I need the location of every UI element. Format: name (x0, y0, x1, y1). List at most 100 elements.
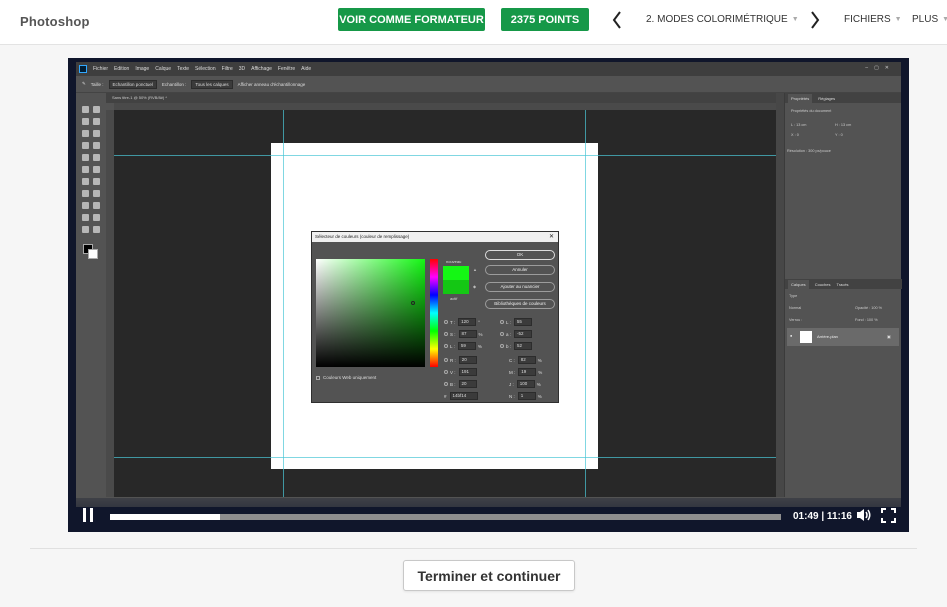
heal-tool-icon (93, 142, 100, 149)
ps-menu-item: 3D (238, 66, 246, 72)
volume-icon[interactable] (856, 508, 872, 522)
radio-icon (500, 332, 504, 336)
ps-menu-item: Sélection (195, 66, 216, 72)
marquee-tool-icon (93, 106, 100, 113)
caret-down-icon: ▼ (791, 16, 799, 23)
field-hex-value: 14bf14 (449, 392, 478, 400)
radio-icon (444, 332, 448, 336)
ps-menu-item: Image (135, 66, 150, 72)
unit-pct: % (478, 331, 483, 337)
ps-menu-item: Edition (114, 66, 130, 72)
pause-icon[interactable] (83, 508, 95, 522)
hand-tool-icon (93, 214, 100, 221)
unit-pct: % (477, 343, 482, 349)
history-brush-icon (82, 166, 89, 173)
crop-tool-icon (82, 130, 89, 137)
time-display: 01:49 | 11:16 (793, 511, 852, 522)
shape-tool-icon (82, 214, 89, 221)
chevron-left-icon[interactable] (610, 9, 624, 31)
lesson-dropdown[interactable]: 2. MODES COLORIMÉTRIQUE ▼ (646, 14, 799, 25)
field-magenta-value: 19 (518, 368, 537, 376)
video-controls: 01:49 | 11:16 (68, 498, 909, 532)
finish-and-continue-button[interactable]: Terminer et continuer (403, 560, 575, 591)
warning-icon: ▲ (473, 267, 477, 272)
ps-width: L : 13 cm (791, 123, 807, 127)
ps-resolution: Résolution : 300 px/pouce (787, 149, 831, 153)
ps-layers-tabs: Calques Couches Tracés (785, 279, 902, 289)
ps-menu-item: Calque (155, 66, 172, 72)
video-player[interactable]: Fichier Edition Image Calque Texte Sélec… (68, 58, 909, 532)
current-color-label: actif (450, 296, 458, 301)
field-saturation-value: 87 (458, 330, 477, 338)
fullscreen-icon[interactable] (881, 508, 896, 523)
ps-guide (114, 457, 776, 458)
color-field (316, 259, 425, 367)
cube-icon: ◆ (473, 284, 477, 289)
ps-height: H : 13 cm (835, 123, 852, 127)
radio-icon (444, 382, 448, 386)
ps-guide (283, 110, 284, 497)
ps-panels: Propriétés Réglages Propriétés du docume… (784, 93, 902, 497)
web-colors-label: Couleurs Web uniquement (323, 375, 377, 380)
top-bar: Photoshop VOIR COMME FORMATEUR 2375 POIN… (0, 0, 947, 45)
field-hue-value: 120 (458, 318, 477, 326)
field-blue: B :20 (444, 380, 479, 388)
field-lab-a: a : -52 (500, 330, 534, 338)
dodge-tool-icon (82, 190, 89, 197)
points-button[interactable]: 2375 POINTS (501, 8, 589, 31)
cancel-button: Annuler (485, 265, 555, 275)
radio-icon (444, 358, 448, 362)
ps-document-tab: Sans titre-1 @ 50% (RVB/8#) * (106, 93, 776, 103)
field-luminosity: L :59% (444, 342, 482, 350)
ps-doc-props: Propriétés du document (791, 109, 832, 113)
eyedropper-icon: ✎ (82, 81, 86, 86)
ps-layer-row: ● Arrière-plan ▣ (787, 328, 899, 346)
radio-icon (444, 370, 448, 374)
unit-pct: % (537, 357, 542, 363)
view-as-trainer-button[interactable]: VOIR COMME FORMATEUR (338, 8, 485, 31)
ps-menubar: Fichier Edition Image Calque Texte Sélec… (76, 62, 901, 76)
hue-slider (430, 259, 438, 367)
ps-menu-item: Filtre (221, 66, 233, 72)
more-menu[interactable]: PLUS ▼ (912, 14, 947, 25)
app-title: Photoshop (20, 14, 90, 29)
field-black-value: 1 (517, 392, 536, 400)
add-swatch-button: Ajouter au nuancier (485, 282, 555, 292)
eye-icon: ● (790, 334, 793, 338)
blur-tool-icon (93, 178, 100, 185)
field-hue: T :120 ° (444, 318, 480, 326)
progress-bar[interactable] (110, 514, 781, 520)
unit-pct: % (536, 381, 541, 387)
background-color-swatch (88, 249, 98, 259)
web-colors-checkbox: Couleurs Web uniquement (316, 375, 376, 380)
gradient-tool-icon (82, 178, 89, 185)
files-label: FICHIERS (844, 14, 891, 25)
lasso-tool-icon (82, 118, 89, 125)
caret-down-icon: ▼ (942, 16, 947, 23)
field-blue-value: 20 (458, 380, 477, 388)
pen-tool-icon (93, 190, 100, 197)
ps-tab-properties: Propriétés (788, 93, 813, 103)
field-red: R :20 (444, 356, 479, 364)
more-tools-icon (93, 226, 100, 233)
field-lab-b-value: 52 (514, 342, 533, 350)
ps-sample-label: Echantillon : (161, 81, 187, 87)
ps-lock: Verrou : (789, 318, 803, 322)
files-menu[interactable]: FICHIERS ▼ (844, 14, 902, 25)
ps-menu-item: Aide (301, 66, 312, 72)
ps-menu-item: Fichier (93, 66, 109, 72)
ps-opacity: Opacité : 100 % (855, 306, 883, 310)
ps-guide (585, 110, 586, 497)
chevron-right-icon[interactable] (808, 9, 822, 31)
field-red-value: 20 (458, 356, 477, 364)
field-green-value: 191 (458, 368, 477, 376)
caret-down-icon: ▼ (894, 16, 902, 23)
field-lab-l-value: 55 (513, 318, 532, 326)
move-tool-icon (82, 106, 89, 113)
type-tool-icon (82, 202, 89, 209)
new-color-label: nouveau (446, 259, 462, 264)
ok-button: OK (485, 250, 555, 260)
zoom-tool-icon (82, 226, 89, 233)
checkbox-icon (316, 375, 320, 380)
lesson-title: 2. MODES COLORIMÉTRIQUE (646, 14, 788, 25)
